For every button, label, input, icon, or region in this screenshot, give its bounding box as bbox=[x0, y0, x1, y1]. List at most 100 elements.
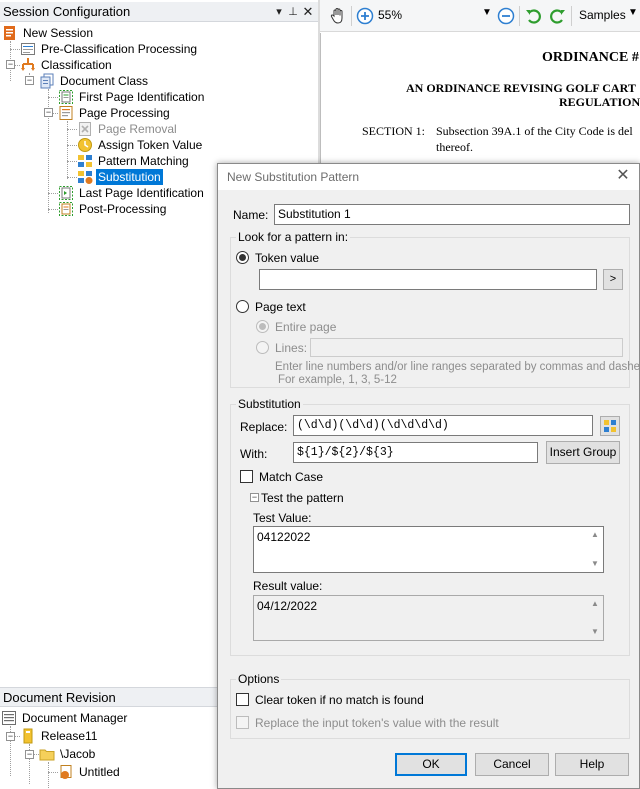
tree-label: \Jacob bbox=[60, 747, 96, 761]
first-page-icon bbox=[59, 90, 73, 104]
replace-input-checkbox[interactable] bbox=[236, 716, 249, 729]
collapse-toggle[interactable]: − bbox=[25, 750, 34, 759]
tree-item-document-manager[interactable]: Document Manager bbox=[1, 710, 201, 726]
lines-help-text: Enter line numbers and/or line ranges se… bbox=[275, 361, 640, 373]
result-value-text: 04/12/2022 bbox=[257, 599, 318, 613]
last-page-icon bbox=[59, 186, 73, 200]
document-page: ORDINANCE # AN ORDINANCE REVISING GOLF C… bbox=[320, 33, 640, 163]
tree-item-page-removal[interactable]: Page Removal bbox=[77, 121, 277, 137]
samples-dropdown[interactable]: Samples bbox=[579, 8, 626, 22]
lines-radio[interactable] bbox=[256, 341, 269, 354]
doc-subheading-2: REGULATION bbox=[559, 95, 640, 109]
revision-panel-title: Document Revision bbox=[3, 690, 116, 705]
tree-item-untitled[interactable]: Untitled bbox=[58, 764, 218, 780]
panel-menu-icon[interactable]: ▾ bbox=[272, 4, 286, 20]
match-case-checkbox[interactable] bbox=[240, 470, 253, 483]
test-value-input[interactable]: 04122022 ▲ ▼ bbox=[253, 526, 604, 573]
collapse-toggle[interactable]: − bbox=[6, 60, 15, 69]
with-input[interactable]: ${1}/${2}/${3} bbox=[293, 442, 538, 463]
tree-label: Pattern Matching bbox=[98, 154, 189, 168]
doc-subheading: AN ORDINANCE REVISING GOLF CART bbox=[406, 81, 636, 95]
tree-item-classification[interactable]: Classification bbox=[20, 57, 220, 73]
tree-item-release11[interactable]: Release11 bbox=[20, 728, 218, 744]
replace-input-label: Replace the input token's value with the… bbox=[255, 716, 499, 730]
token-value-radio[interactable] bbox=[236, 251, 249, 264]
release-icon bbox=[23, 728, 33, 744]
tree-label: Pre-Classification Processing bbox=[41, 42, 198, 56]
rotate-right-icon[interactable] bbox=[548, 7, 566, 25]
regex-builder-icon[interactable] bbox=[600, 416, 620, 436]
substitution-dialog: New Substitution Pattern ✕ Name: Substit… bbox=[217, 163, 640, 789]
pan-hand-icon[interactable] bbox=[329, 7, 347, 25]
tree-label: Release11 bbox=[41, 729, 98, 743]
substitution-icon bbox=[78, 171, 93, 184]
pin-icon[interactable]: ⊥ bbox=[286, 4, 300, 20]
zoom-dropdown-icon[interactable]: ▼ bbox=[482, 7, 492, 18]
tree-item-first-page-identification[interactable]: First Page Identification bbox=[58, 89, 258, 105]
tree-item-page-processing[interactable]: Page Processing bbox=[58, 105, 258, 121]
document-manager-icon bbox=[2, 711, 16, 725]
test-pattern-label: Test the pattern bbox=[261, 491, 344, 505]
name-input[interactable]: Substitution 1 bbox=[274, 204, 630, 225]
tree-item-document-class[interactable]: Document Class bbox=[39, 73, 239, 89]
page-removal-icon bbox=[79, 122, 91, 136]
tree-label: Post-Processing bbox=[79, 202, 167, 216]
collapse-toggle[interactable]: − bbox=[25, 76, 34, 85]
tree-item-jacob[interactable]: \Jacob bbox=[39, 746, 218, 762]
token-browse-button[interactable]: > bbox=[603, 269, 623, 290]
entire-page-label: Entire page bbox=[275, 320, 337, 334]
tree-label: Untitled bbox=[79, 765, 120, 779]
tree-label: First Page Identification bbox=[79, 90, 205, 104]
tree-label: Document Manager bbox=[22, 711, 128, 725]
dialog-title-bar: New Substitution Pattern ✕ bbox=[218, 164, 639, 190]
help-button[interactable]: Help bbox=[555, 753, 629, 776]
panel-close-icon[interactable]: ✕ bbox=[301, 4, 315, 20]
tree-label: New Session bbox=[23, 26, 94, 40]
folder-icon bbox=[39, 749, 55, 761]
replace-label: Replace: bbox=[240, 420, 288, 434]
page-text-radio[interactable] bbox=[236, 300, 249, 313]
page-processing-icon bbox=[59, 106, 73, 120]
tree-label: Page Processing bbox=[79, 106, 170, 120]
result-value-label: Result value: bbox=[253, 579, 323, 593]
tree-item-pre-classification[interactable]: Pre-Classification Processing bbox=[20, 41, 220, 57]
token-icon bbox=[78, 138, 92, 152]
zoom-out-icon[interactable] bbox=[497, 7, 515, 25]
lines-input[interactable] bbox=[310, 338, 623, 357]
clear-token-checkbox[interactable] bbox=[236, 693, 249, 706]
tree-label: Page Removal bbox=[98, 122, 177, 136]
lines-label: Lines: bbox=[275, 341, 308, 355]
insert-group-button[interactable]: Insert Group bbox=[546, 441, 620, 464]
viewer-toolbar: 55% ▼ Samples ▼ bbox=[320, 0, 640, 32]
classification-icon bbox=[21, 58, 35, 71]
result-value-output: 04/12/2022 ▲ ▼ bbox=[253, 595, 604, 641]
scroll-up-icon[interactable]: ▲ bbox=[589, 598, 601, 610]
entire-page-radio[interactable] bbox=[256, 320, 269, 333]
substitution-group-label: Substitution bbox=[236, 397, 303, 411]
test-pattern-toggle[interactable]: − bbox=[250, 493, 259, 502]
replace-input[interactable]: (\d\d)(\d\d)(\d\d\d\d) bbox=[293, 415, 593, 436]
scroll-up-icon[interactable]: ▲ bbox=[589, 529, 601, 541]
post-processing-icon bbox=[59, 202, 73, 216]
tree-label: Assign Token Value bbox=[98, 138, 203, 152]
session-panel-title: Session Configuration bbox=[3, 4, 131, 19]
cancel-button[interactable]: Cancel bbox=[475, 753, 549, 776]
scroll-down-icon[interactable]: ▼ bbox=[589, 558, 601, 570]
tree-item-assign-token-value[interactable]: Assign Token Value bbox=[77, 137, 277, 153]
zoom-level[interactable]: 55% bbox=[378, 8, 402, 22]
collapse-toggle[interactable]: − bbox=[6, 732, 15, 741]
session-icon bbox=[4, 26, 15, 40]
samples-dropdown-icon[interactable]: ▼ bbox=[628, 7, 638, 18]
match-case-label: Match Case bbox=[259, 470, 324, 484]
look-for-group-label: Look for a pattern in: bbox=[236, 230, 351, 244]
collapse-toggle[interactable]: − bbox=[44, 108, 53, 117]
token-value-input[interactable] bbox=[259, 269, 597, 290]
tree-item-new-session[interactable]: New Session bbox=[2, 25, 202, 41]
zoom-in-icon[interactable] bbox=[356, 7, 374, 25]
scroll-down-icon[interactable]: ▼ bbox=[589, 626, 601, 638]
document-list-icon bbox=[21, 43, 35, 55]
doc-section-text-2: thereof. bbox=[436, 140, 473, 154]
ok-button[interactable]: OK bbox=[395, 753, 467, 776]
dialog-close-icon[interactable]: ✕ bbox=[615, 168, 631, 184]
rotate-left-icon[interactable] bbox=[525, 7, 543, 25]
